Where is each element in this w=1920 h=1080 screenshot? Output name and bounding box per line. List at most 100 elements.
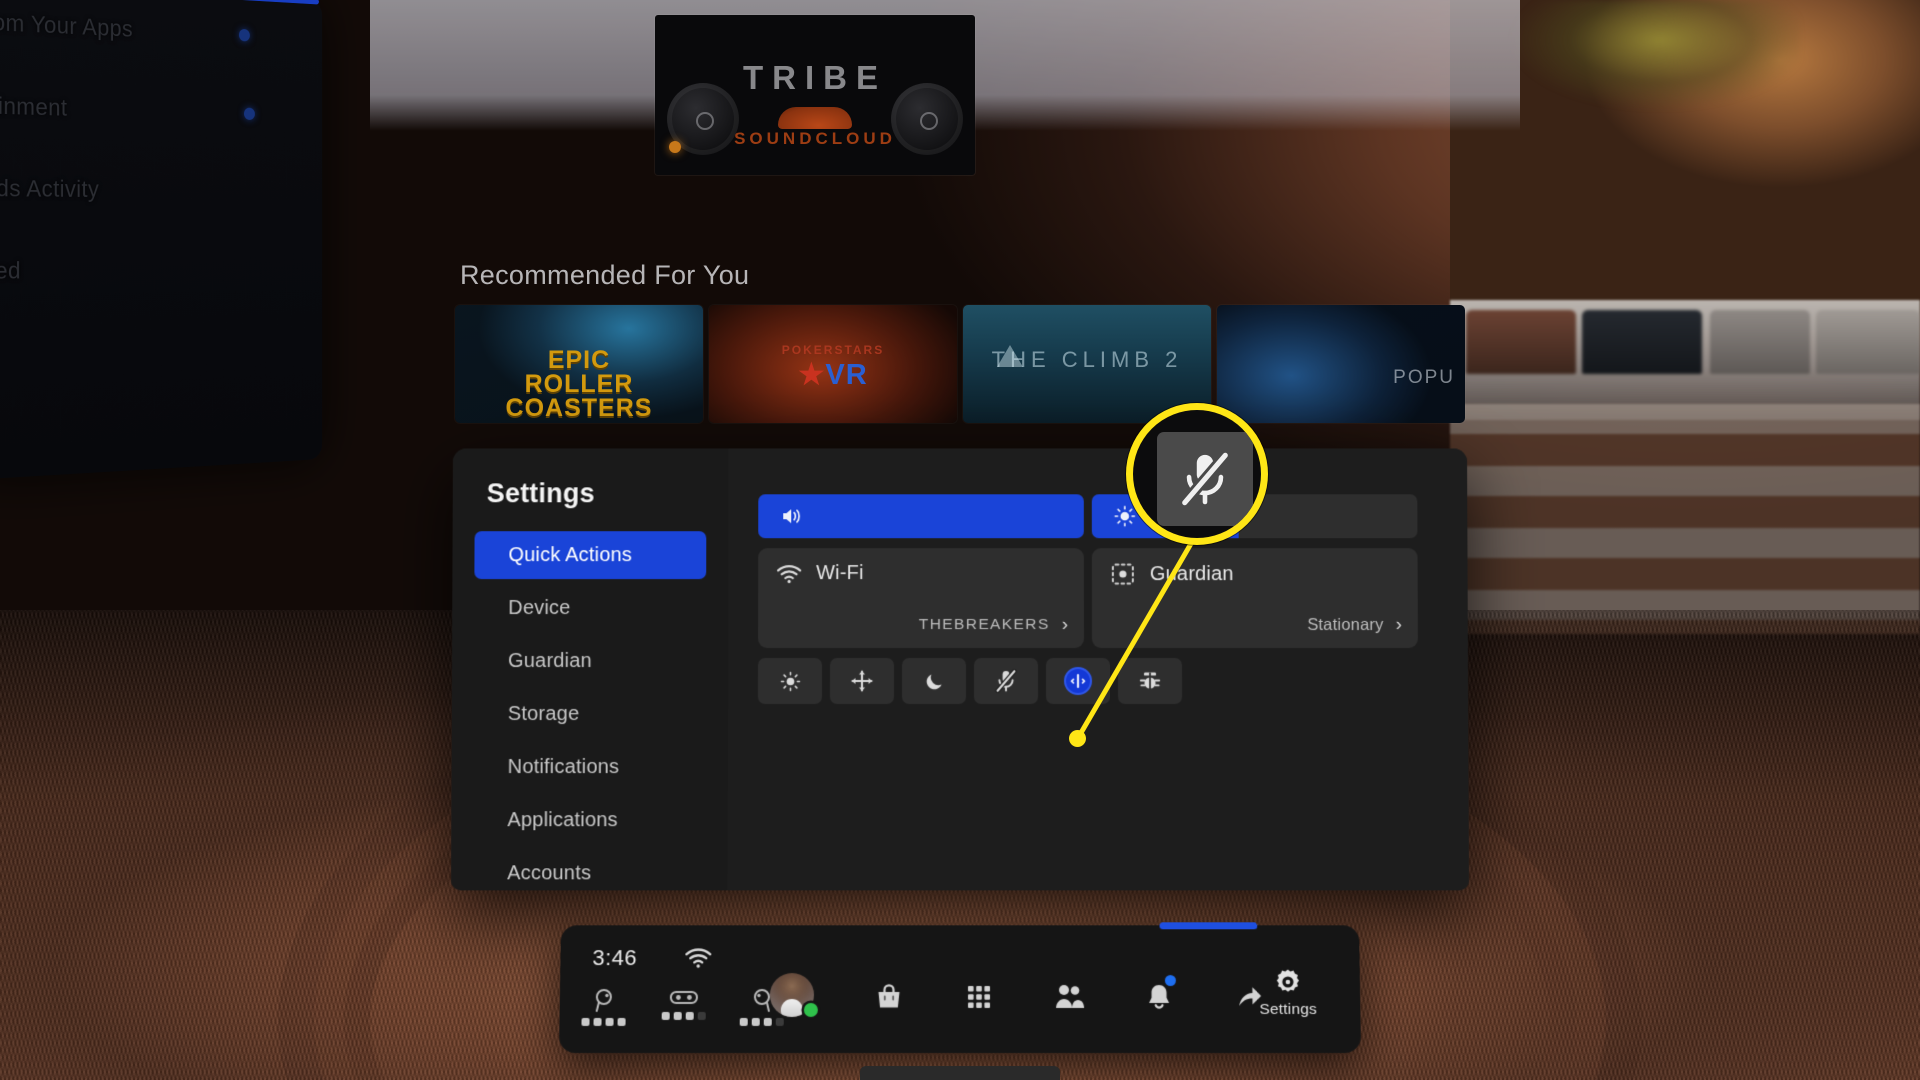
left-controller-battery: [581, 987, 626, 1026]
left-panel-row-label: ends Activity: [0, 175, 100, 203]
wifi-tile-value-row: THEBREAKERS ›: [919, 614, 1068, 636]
sidebar-item-guardian[interactable]: Guardian: [474, 637, 706, 685]
volume-slider-fill: [758, 494, 1084, 539]
game-tile-popu[interactable]: POPU: [1217, 305, 1465, 423]
wifi-network-name: THEBREAKERS: [918, 616, 1050, 634]
taskbar-accent-bar: [1159, 922, 1258, 930]
media-card-service: SOUNDCLOUD: [734, 129, 896, 148]
tile-logo: POKERSTARS ★VR: [782, 343, 884, 392]
left-panel-row-dot: [243, 107, 255, 121]
wifi-icon: [684, 947, 712, 969]
quick-action-buttons-row: [757, 658, 1438, 705]
headset-battery: [661, 987, 706, 1020]
tile-title: THE CLIMB 2: [991, 347, 1183, 372]
battery-pips: [581, 1017, 626, 1026]
notifications-bell-icon[interactable]: [1114, 973, 1204, 1021]
chevron-right-icon: ›: [1395, 614, 1402, 636]
terrace-steps: [1450, 404, 1920, 634]
bug-icon: [1138, 669, 1162, 693]
wifi-tile[interactable]: Wi-Fi THEBREAKERS ›: [758, 548, 1084, 649]
brightness-sun-icon: [779, 670, 800, 691]
move-arrows-icon: [851, 670, 873, 692]
guardian-tile-header: Guardian: [1110, 562, 1400, 586]
media-card-title: TRIBE: [743, 59, 887, 96]
sidebar-item-label: Storage: [507, 702, 580, 725]
sidebar-item-applications[interactable]: Applications: [473, 796, 705, 844]
game-tile-pokerstars-vr[interactable]: POKERSTARS ★VR: [709, 305, 957, 423]
tile-title: EPIC ROLLER COASTERS: [505, 346, 653, 422]
sidebar-item-device[interactable]: Device: [474, 584, 706, 632]
online-status-indicator: [803, 1002, 818, 1017]
microphone-mute-callout: [1126, 403, 1268, 545]
guardian-tile-label: Guardian: [1149, 562, 1234, 585]
tile-mark: ★VR: [798, 359, 868, 391]
recommended-section-title: Recommended For You: [460, 260, 750, 290]
clock: 3:46: [592, 945, 638, 971]
background-explore-panel: From Your Apps rtainment ends Activity a…: [0, 0, 323, 480]
settings-title: Settings: [486, 478, 595, 509]
reposition-quick-button[interactable]: [829, 658, 895, 705]
left-panel-row-label: rtainment: [0, 92, 68, 122]
left-panel-row-dot: [238, 28, 250, 42]
taskbar-icon-row: [844, 973, 1295, 1021]
settings-big-tiles-row: Wi-Fi THEBREAKERS › Guardian Stationary …: [758, 548, 1438, 649]
vr-screenshot-stage: From Your Apps rtainment ends Activity a…: [0, 0, 1920, 1080]
controller-icon: [591, 987, 617, 1013]
taskbar-settings-label: Settings: [1259, 1000, 1318, 1018]
passthrough-quick-button[interactable]: [1045, 658, 1111, 705]
notification-badge: [1164, 975, 1176, 987]
speaker-volume-icon: [780, 506, 804, 526]
panel-accent-bar: [219, 0, 319, 5]
sidebar-item-label: Accounts: [507, 861, 592, 884]
recommended-tiles-row: EPIC ROLLER COASTERS POKERSTARS ★VR THE …: [455, 305, 1465, 423]
tile-top-text: POKERSTARS: [781, 343, 885, 357]
left-panel-row-label: aved: [0, 257, 21, 285]
chevron-right-icon: ›: [1061, 614, 1068, 636]
sidebar-item-quick-actions[interactable]: Quick Actions: [474, 531, 707, 580]
sliders-row: [758, 494, 1437, 539]
apps-grid-icon[interactable]: [934, 973, 1024, 1021]
quick-actions-content: Wi-Fi THEBREAKERS › Guardian Stationary …: [727, 448, 1469, 891]
gear-icon: [1273, 967, 1303, 997]
media-player-card: TRIBE SOUNDCLOUD: [655, 15, 975, 175]
sidebar-item-notifications[interactable]: Notifications: [473, 743, 705, 791]
guardian-boundary-icon: [1110, 562, 1136, 586]
passthrough-circle-icon: [1063, 666, 1093, 696]
brightness-sun-icon: [1114, 505, 1136, 527]
do-not-disturb-quick-button[interactable]: [901, 658, 967, 705]
guardian-mode-value: Stationary: [1307, 615, 1384, 634]
sidebar-item-label: Applications: [507, 808, 618, 831]
soundcloud-cloud-icon: [778, 107, 852, 129]
foliage: [1500, 0, 1800, 120]
game-tile-the-climb-2[interactable]: THE CLIMB 2: [963, 305, 1211, 423]
couch: [1450, 300, 1920, 420]
sidebar-item-accounts[interactable]: Accounts: [473, 849, 706, 890]
callout-anchor-dot: [1069, 730, 1086, 747]
brightness-quick-button[interactable]: [757, 658, 823, 705]
wifi-icon: [776, 564, 802, 584]
settings-panel: Settings Quick Actions Device Guardian S…: [451, 448, 1469, 891]
battery-pips: [739, 1017, 784, 1026]
sidebar-item-label: Device: [508, 596, 571, 619]
guardian-tile[interactable]: Guardian Stationary ›: [1091, 548, 1418, 649]
battery-pips: [661, 1011, 706, 1020]
sidebar-item-storage[interactable]: Storage: [474, 690, 706, 738]
microphone-mute-quick-button[interactable]: [973, 658, 1039, 705]
settings-sidebar: Settings Quick Actions Device Guardian S…: [451, 448, 729, 891]
settings-nav-list: Quick Actions Device Guardian Storage No…: [451, 531, 728, 890]
volume-slider[interactable]: [758, 494, 1084, 539]
game-tile-epic-roller-coasters[interactable]: EPIC ROLLER COASTERS: [455, 305, 703, 423]
people-icon[interactable]: [1024, 973, 1114, 1021]
microphone-muted-icon: [1178, 450, 1232, 508]
developer-quick-button[interactable]: [1117, 658, 1183, 705]
wifi-tile-header: Wi-Fi: [776, 562, 1066, 585]
wifi-tile-label: Wi-Fi: [816, 562, 864, 585]
moon-icon: [923, 670, 944, 691]
store-icon[interactable]: [844, 973, 934, 1021]
vr-taskbar: 3:46 Settings: [559, 922, 1361, 1054]
tile-title: POPU: [1393, 367, 1455, 388]
guardian-tile-value-row: Stationary ›: [1307, 614, 1402, 636]
taskbar-settings-button[interactable]: Settings: [1242, 967, 1335, 1019]
bottom-handle-strip: [860, 1066, 1060, 1080]
magnified-microphone-mute-button: [1157, 432, 1253, 526]
